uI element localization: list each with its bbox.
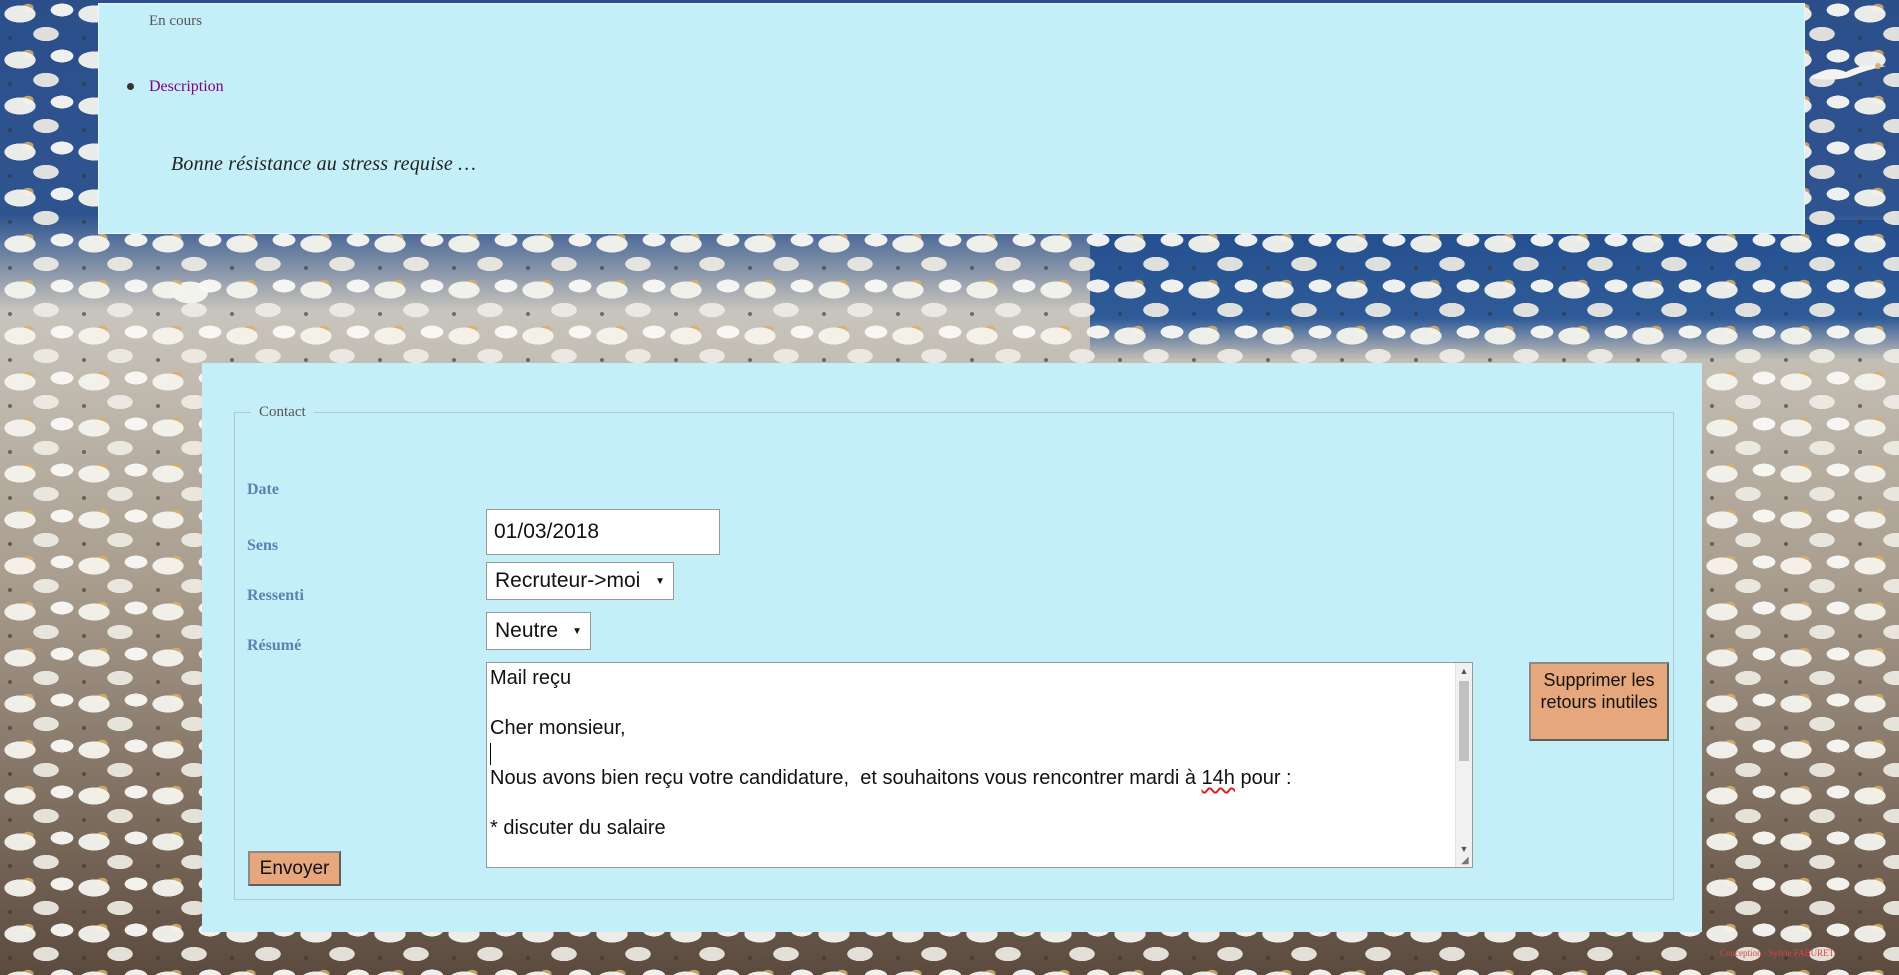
textarea-scrollbar[interactable]: ▲ ▼ bbox=[1455, 663, 1472, 867]
list-bullet bbox=[127, 83, 134, 90]
send-button[interactable]: Envoyer bbox=[248, 851, 341, 886]
footer-credits: Conception : Sylvie FABURET bbox=[1720, 948, 1835, 958]
dropdown-arrow-icon: ▼ bbox=[655, 575, 665, 587]
contact-fieldset: Contact Date 01/03/2018 Sens Recruteur->… bbox=[234, 404, 1674, 900]
date-field[interactable]: 01/03/2018 bbox=[486, 509, 720, 555]
text-caret-line bbox=[490, 741, 1469, 766]
scroll-up-arrow-icon[interactable]: ▲ bbox=[1456, 663, 1472, 679]
job-status: En cours bbox=[149, 13, 202, 29]
description-text: Bonne résistance au stress requise … bbox=[171, 153, 477, 175]
resume-line: Cher monsieur, bbox=[490, 717, 626, 739]
ressenti-label: Ressenti bbox=[247, 587, 304, 604]
ressenti-select[interactable]: Neutre ▼ bbox=[486, 612, 591, 650]
scroll-thumb[interactable] bbox=[1459, 681, 1469, 761]
sens-select[interactable]: Recruteur->moi ▼ bbox=[486, 562, 674, 600]
resume-line: Nous avons bien reçu votre candidature, … bbox=[490, 766, 1469, 791]
date-label: Date bbox=[247, 481, 279, 498]
contact-legend: Contact bbox=[259, 404, 306, 420]
contact-panel: Contact Date 01/03/2018 Sens Recruteur->… bbox=[202, 363, 1702, 932]
sens-value: Recruteur->moi bbox=[495, 569, 641, 592]
flying-gannet-image bbox=[1810, 63, 1886, 80]
date-value: 01/03/2018 bbox=[494, 520, 600, 543]
job-details-panel: En cours Description Bonne résistance au… bbox=[98, 3, 1805, 234]
resume-line: * discuter du salaire bbox=[490, 817, 666, 839]
delete-useless-feedback-button[interactable]: Supprimer les retours inutiles bbox=[1529, 662, 1669, 741]
resume-line: Mail reçu bbox=[490, 667, 572, 689]
ressenti-value: Neutre bbox=[495, 619, 559, 642]
text-caret bbox=[490, 742, 491, 765]
resume-label: Résumé bbox=[247, 637, 302, 654]
description-link[interactable]: Description bbox=[149, 78, 224, 96]
spellcheck-word: 14h bbox=[1201, 767, 1235, 789]
resume-textarea[interactable]: Mail reçu Cher monsieur, Nous avons bien… bbox=[486, 662, 1473, 868]
sens-label: Sens bbox=[247, 537, 279, 554]
resume-text-segment: pour : bbox=[1234, 767, 1292, 789]
dropdown-arrow-icon: ▼ bbox=[572, 625, 582, 637]
resume-text-segment: Nous avons bien reçu votre candidature, … bbox=[490, 767, 1202, 789]
resize-grip-icon[interactable]: ◢ bbox=[1461, 856, 1471, 866]
